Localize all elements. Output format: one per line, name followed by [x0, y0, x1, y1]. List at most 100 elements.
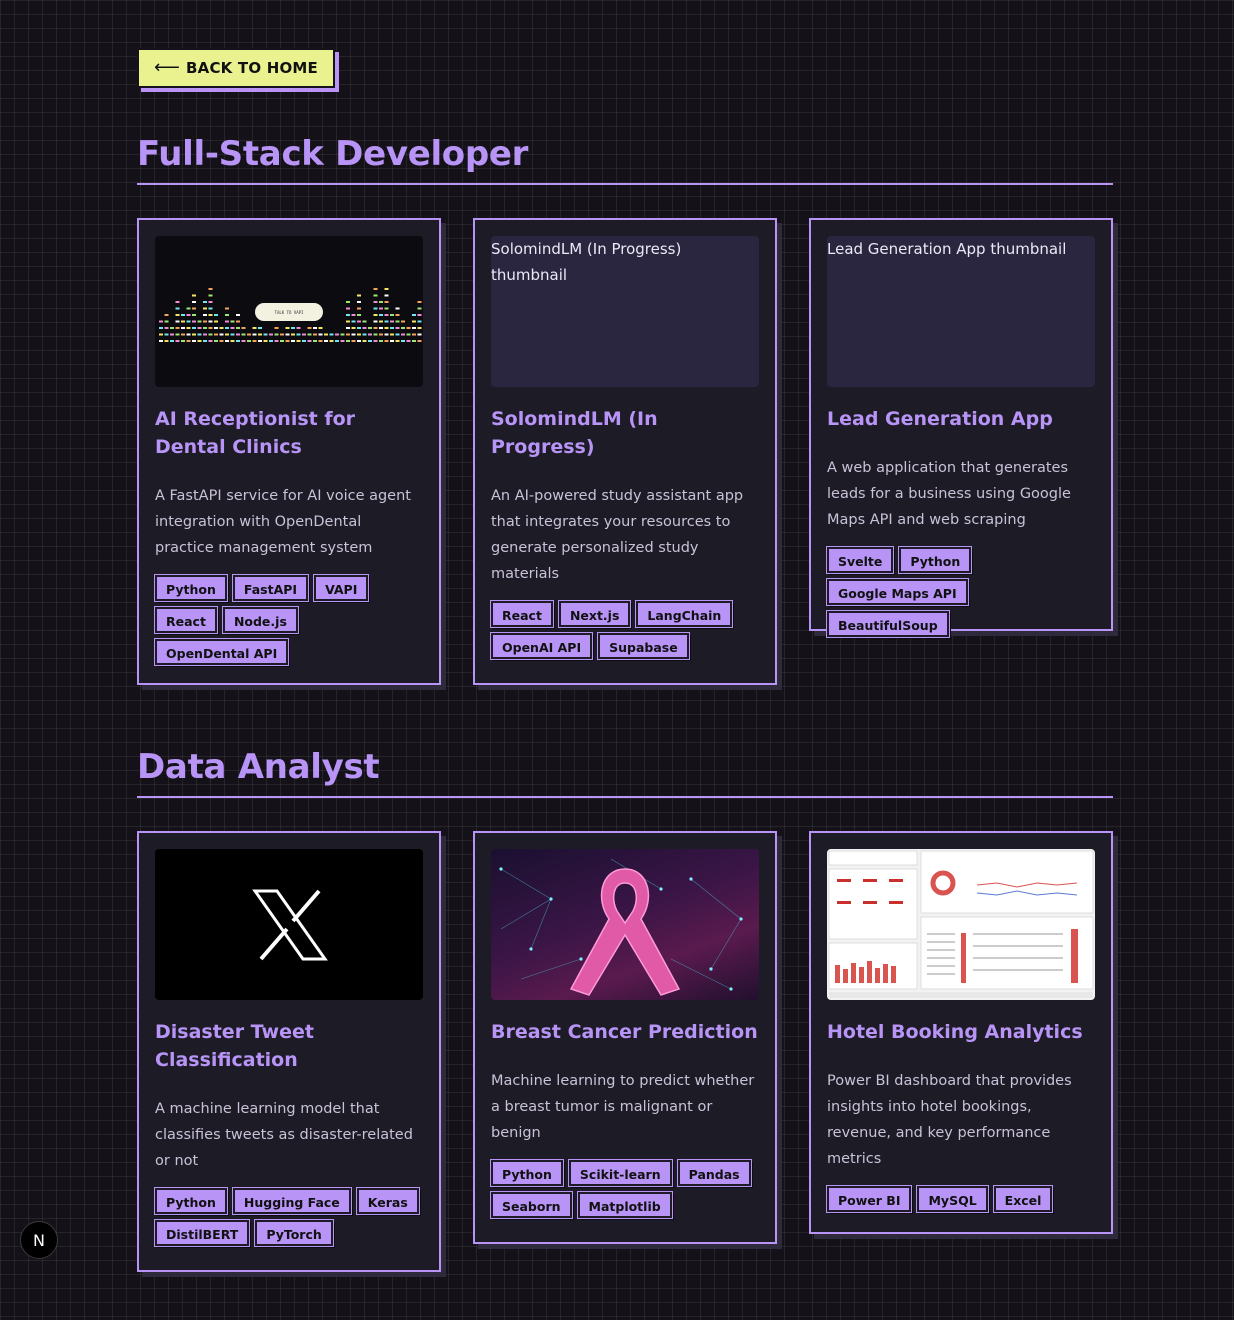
tag[interactable]: OpenAI API — [489, 632, 594, 660]
equalizer-segment — [274, 340, 279, 342]
equalizer-segment — [390, 314, 394, 316]
equalizer-segment — [368, 340, 372, 342]
equalizer-segment — [307, 333, 312, 336]
equalizer-segment — [219, 333, 224, 336]
equalizer-segment — [313, 327, 317, 329]
equalizer-segment — [346, 307, 350, 310]
equalizer-segment — [225, 307, 229, 310]
tag[interactable]: DistilBERT — [153, 1219, 251, 1247]
section-divider — [137, 796, 1113, 798]
project-card-ai-receptionist[interactable]: TALK TO VAPI AI Receptionist for Dental … — [137, 218, 441, 685]
equalizer-segment — [384, 301, 389, 303]
equalizer-segment — [192, 301, 196, 303]
equalizer-segment — [417, 333, 422, 336]
tag[interactable]: React — [154, 606, 218, 634]
tag[interactable]: Excel — [992, 1185, 1054, 1213]
tag[interactable]: LangChain — [635, 600, 734, 628]
equalizer-segment — [241, 333, 246, 336]
equalizer-segment — [313, 340, 317, 342]
card-description: Power BI dashboard that provides insight… — [827, 1073, 1072, 1167]
equalizer-segment — [357, 340, 361, 342]
equalizer-segment — [368, 333, 372, 336]
equalizer-segment — [285, 327, 290, 329]
equalizer-segment — [401, 333, 405, 336]
equalizer-segment — [362, 340, 367, 342]
equalizer-segment — [357, 333, 361, 336]
equalizer-segment — [384, 314, 389, 316]
equalizer-segment — [208, 294, 213, 297]
equalizer-segment — [384, 320, 389, 323]
equalizer-segment — [357, 307, 361, 310]
equalizer-segment — [181, 320, 185, 323]
tag[interactable]: Power BI — [825, 1185, 913, 1213]
tag[interactable]: Seaborn — [490, 1191, 573, 1219]
equalizer-segment — [263, 333, 268, 336]
project-card-lead-generation[interactable]: Lead Generation App thumbnail Lead Gener… — [809, 218, 1113, 638]
tag[interactable]: Pandas — [676, 1159, 752, 1187]
tag[interactable]: Keras — [355, 1187, 420, 1215]
equalizer-segment — [280, 333, 284, 336]
equalizer-segment — [384, 340, 389, 342]
equalizer-segment — [164, 327, 169, 329]
equalizer-segment — [230, 340, 235, 342]
equalizer-segment — [214, 333, 218, 336]
tag[interactable]: Node.js — [221, 606, 299, 634]
equalizer-segment — [417, 320, 422, 323]
project-card-solomindlm[interactable]: SolomindLM (In Progress) thumbnail Solom… — [473, 218, 777, 685]
equalizer-segment — [164, 333, 169, 336]
tag[interactable]: Google Maps API — [826, 578, 969, 606]
equalizer-segment — [379, 327, 383, 329]
equalizer-segment — [412, 314, 416, 316]
tag[interactable]: MySQL — [916, 1185, 989, 1213]
card-description: A machine learning model that classifies… — [155, 1101, 413, 1169]
project-card-hotel-booking[interactable]: Hotel Booking Analytics Power BI dashboa… — [809, 831, 1113, 1234]
back-to-home-button[interactable]: ⟵ BACK TO HOME — [137, 48, 335, 88]
equalizer-segment — [395, 333, 400, 336]
equalizer-segment — [373, 327, 378, 329]
equalizer-segment — [203, 320, 207, 323]
equalizer-segment — [181, 340, 185, 342]
tag[interactable]: BeautifulSoup — [826, 610, 950, 638]
tag[interactable]: Python — [154, 1187, 228, 1215]
equalizer-segment — [351, 333, 356, 336]
tag[interactable]: FastAPI — [231, 574, 310, 602]
card-title: Breast Cancer Prediction — [491, 1021, 758, 1043]
equalizer-segment — [373, 333, 378, 336]
equalizer-segment — [412, 327, 416, 329]
tag[interactable]: PyTorch — [254, 1219, 334, 1247]
tag[interactable]: Matplotlib — [576, 1191, 673, 1219]
equalizer-segment — [346, 340, 350, 342]
tag[interactable]: Python — [154, 574, 228, 602]
project-card-disaster-tweet[interactable]: Disaster Tweet Classification A machine … — [137, 831, 441, 1272]
nextjs-dev-badge[interactable]: N — [20, 1221, 58, 1259]
tag[interactable]: OpenDental API — [153, 638, 290, 666]
tag[interactable]: Supabase — [597, 632, 690, 660]
nextjs-logo-icon: N — [33, 1230, 45, 1250]
equalizer-segment — [269, 333, 273, 336]
talk-to-vapi-pill: TALK TO VAPI — [255, 303, 323, 321]
tag[interactable]: Python — [898, 546, 973, 574]
tag[interactable]: VAPI — [313, 574, 370, 602]
equalizer-segment — [340, 340, 345, 342]
tag[interactable]: Python — [490, 1159, 564, 1187]
equalizer-segment — [214, 320, 218, 323]
equalizer-segment — [302, 333, 306, 336]
equalizer-segment — [236, 340, 240, 342]
equalizer-segment — [208, 314, 213, 316]
equalizer-segment — [208, 301, 213, 303]
project-card-breast-cancer[interactable]: Breast Cancer Prediction Machine learnin… — [473, 831, 777, 1244]
tag[interactable]: Svelte — [825, 546, 895, 574]
equalizer-segment — [252, 327, 257, 329]
tag-list: Power BI MySQL Excel — [825, 1185, 1095, 1213]
equalizer-segment — [175, 314, 180, 316]
equalizer-segment — [263, 340, 268, 342]
tag[interactable]: Next.js — [557, 600, 632, 628]
tag[interactable]: React — [490, 600, 554, 628]
project-thumbnail: Lead Generation App thumbnail — [827, 236, 1095, 387]
equalizer-segment — [362, 327, 367, 329]
tag[interactable]: Hugging Face — [231, 1187, 352, 1215]
tag[interactable]: Scikit-learn — [567, 1159, 673, 1187]
equalizer-segment — [395, 307, 400, 310]
equalizer-segment — [412, 320, 416, 323]
equalizer-segment — [230, 320, 235, 323]
